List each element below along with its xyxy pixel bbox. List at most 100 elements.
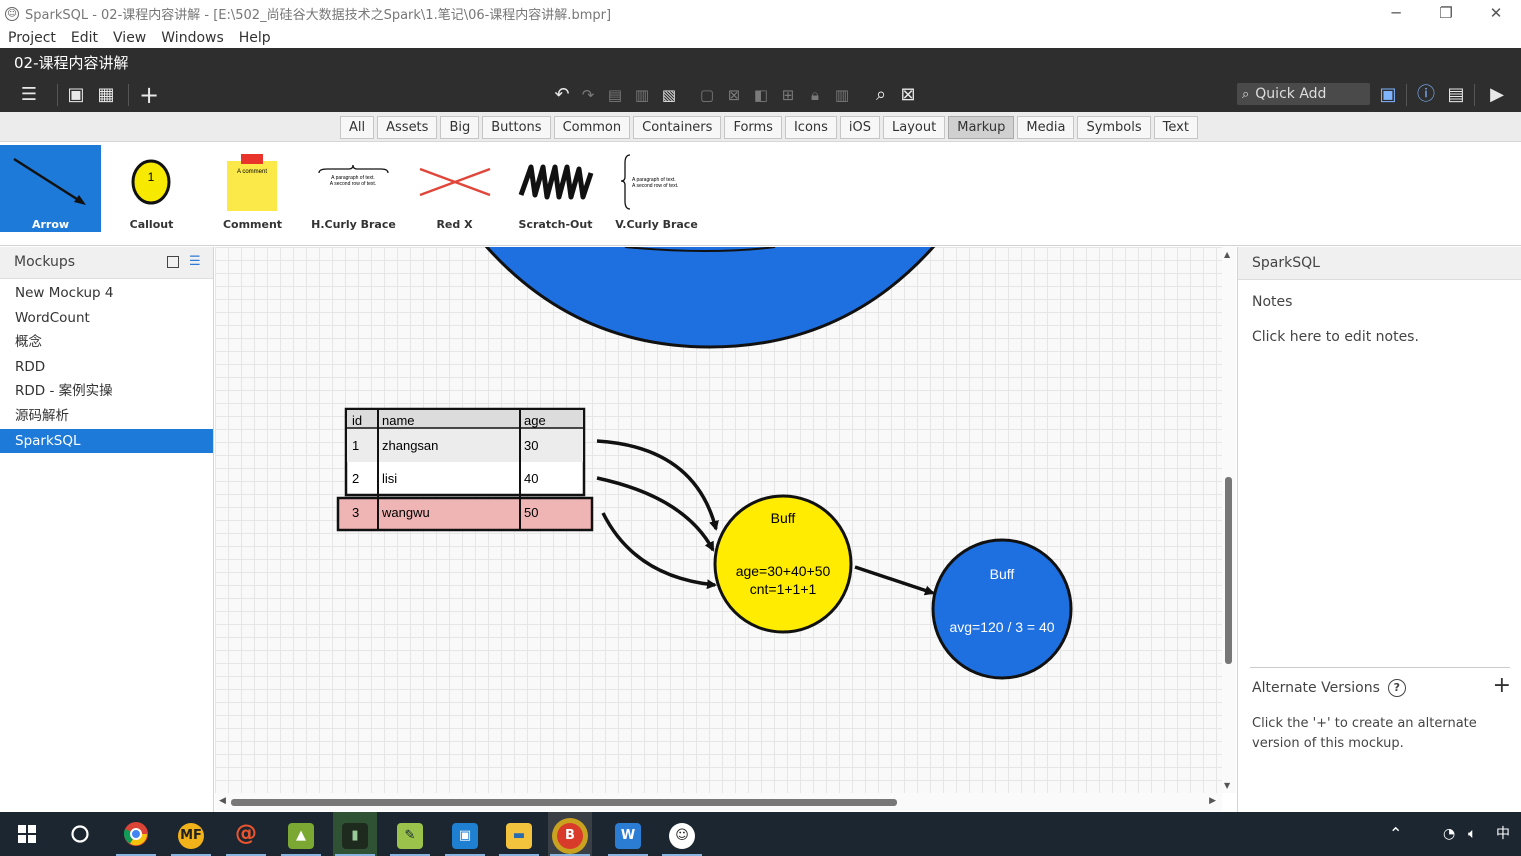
vm-app-icon[interactable]: ▣	[443, 812, 487, 856]
scroll-right-icon[interactable]: ▶	[1209, 796, 1216, 806]
filter-tab-buttons[interactable]: Buttons	[482, 116, 551, 139]
mockup-item[interactable]: 源码解析	[0, 404, 213, 429]
main-toolbar: ☰ ▣ ▦ + ↶ ↷ ▤ ▥ ▧ ▢ ⊠ ◧ ⊞ 🔒︎ ▥ ⌕ ⊠ ⌕ ▣ ⓘ…	[0, 78, 1521, 112]
chrome-icon[interactable]	[114, 812, 158, 856]
lib-item-callout[interactable]: 1 Callout	[101, 145, 202, 232]
ungroup-icon[interactable]: ⊠	[723, 83, 745, 107]
balsamiq-app-icon[interactable]: B	[548, 812, 592, 856]
copy-icon[interactable]: ▥	[631, 83, 653, 107]
add-alternate-version-button[interactable]: +	[1493, 673, 1511, 698]
arrange-icon[interactable]: ◧	[750, 83, 772, 107]
smile-app-icon[interactable]: ☺	[660, 812, 704, 856]
filter-tab-icons[interactable]: Icons	[784, 116, 837, 139]
search-icon[interactable]: ⌕	[869, 83, 893, 107]
table-cell: 40	[524, 471, 538, 486]
filter-tab-layout[interactable]: Layout	[883, 116, 946, 139]
mockup-canvas[interactable]: id name age 1 zhangsan 30 2 lisi 40 3 wa…	[215, 247, 1222, 793]
present-icon[interactable]: ▶	[1484, 83, 1510, 107]
lib-item-arrow[interactable]: Arrow	[0, 145, 101, 232]
blue-circle-shape[interactable]	[484, 247, 936, 349]
undo-icon[interactable]: ↶	[550, 83, 574, 107]
mockup-item[interactable]: RDD - 案例实操	[0, 379, 213, 404]
mockup-item[interactable]: New Mockup 4	[0, 281, 213, 306]
thumbnail-view-icon[interactable]	[167, 256, 179, 268]
info-icon[interactable]: ⓘ	[1414, 83, 1438, 107]
quick-add-input[interactable]	[1255, 86, 1356, 102]
filter-tab-text[interactable]: Text	[1153, 116, 1198, 139]
notepad-app-icon[interactable]: ✎	[388, 812, 432, 856]
mf-app-icon[interactable]: MF	[169, 812, 213, 856]
group-icon[interactable]: ▢	[696, 83, 718, 107]
trash-icon[interactable]: ▥	[831, 83, 853, 107]
filter-tab-ios[interactable]: iOS	[839, 116, 881, 139]
network-icon[interactable]: ◔	[1443, 812, 1455, 856]
green-app-icon[interactable]: ▲	[279, 812, 323, 856]
help-icon[interactable]: ?	[1387, 679, 1406, 697]
lib-item-scratch-out[interactable]: Scratch-Out	[505, 145, 606, 232]
search-circle-icon[interactable]	[58, 812, 102, 856]
filter-tab-all[interactable]: All	[340, 116, 375, 139]
vertical-scrollbar[interactable]: ▲ ▼	[1222, 247, 1236, 793]
menu-help[interactable]: Help	[239, 30, 271, 46]
mockup-item[interactable]: 概念	[0, 330, 213, 355]
menu-edit[interactable]: Edit	[71, 30, 98, 46]
filter-tab-assets[interactable]: Assets	[377, 116, 438, 139]
vertical-scroll-thumb[interactable]	[1225, 477, 1232, 664]
filter-tab-containers[interactable]: Containers	[633, 116, 722, 139]
volume-icon[interactable]: 🔈︎	[1468, 812, 1476, 856]
restore-button[interactable]: ❐	[1421, 0, 1471, 27]
paste-icon[interactable]: ▧	[658, 83, 680, 107]
cut-icon[interactable]: ▤	[604, 83, 626, 107]
horizontal-scroll-thumb[interactable]	[231, 799, 897, 806]
lib-item-red-x[interactable]: Red X	[404, 145, 505, 232]
ime-indicator[interactable]: 中	[1496, 812, 1510, 856]
buff-yellow-circle[interactable]: Buff age=30+40+50 cnt=1+1+1	[713, 494, 853, 634]
filter-tab-media[interactable]: Media	[1017, 116, 1075, 139]
filter-tab-symbols[interactable]: Symbols	[1077, 116, 1151, 139]
filter-tab-common[interactable]: Common	[553, 116, 631, 139]
arrow-row3[interactable]	[601, 512, 717, 590]
project-icon[interactable]: ▣	[1376, 83, 1400, 107]
terminal-app-icon[interactable]: ▮	[333, 812, 377, 856]
minimize-button[interactable]: ─	[1371, 0, 1421, 27]
filter-tab-big[interactable]: Big	[440, 116, 480, 139]
add-mockup-icon[interactable]: +	[136, 83, 162, 107]
filter-tab-markup[interactable]: Markup	[948, 116, 1015, 139]
windows-start-icon[interactable]	[5, 812, 49, 856]
arrow-row1[interactable]	[596, 439, 719, 531]
arrow-buff1-to-buff2[interactable]	[854, 565, 935, 596]
align-icon[interactable]: ⊞	[777, 83, 799, 107]
hamburger-menu-icon[interactable]: ☰	[13, 83, 45, 107]
notes-icon[interactable]: ▤	[1444, 83, 1468, 107]
scroll-down-icon[interactable]: ▼	[1224, 781, 1230, 790]
tray-expand-icon[interactable]: ⌃	[1389, 812, 1402, 856]
quick-add-box[interactable]: ⌕	[1237, 83, 1370, 105]
scroll-left-icon[interactable]: ◀	[219, 796, 226, 806]
menu-windows[interactable]: Windows	[161, 30, 224, 46]
word-app-icon[interactable]: W	[606, 812, 650, 856]
menu-view[interactable]: View	[113, 30, 146, 46]
grid-view-icon[interactable]: ▦	[94, 83, 118, 107]
lib-item-v-curly-brace[interactable]: A paragraph of text. A second row of tex…	[606, 145, 707, 232]
redo-icon[interactable]: ↷	[577, 83, 599, 107]
mockup-item[interactable]: RDD	[0, 355, 213, 380]
buff-blue-circle[interactable]: Buff avg=120 / 3 = 40	[931, 538, 1073, 680]
list-view-icon[interactable]: ☰	[189, 255, 203, 268]
close-button[interactable]: ✕	[1471, 0, 1521, 27]
filter-tab-forms[interactable]: Forms	[724, 116, 782, 139]
scroll-up-icon[interactable]: ▲	[1224, 250, 1230, 259]
data-table[interactable]: id name age 1 zhangsan 30 2 lisi 40 3 wa…	[336, 407, 594, 532]
toggle-panels-icon[interactable]: ▣	[64, 83, 88, 107]
lib-item-h-curly-brace[interactable]: A paragraph of text. A second row of tex…	[303, 145, 404, 232]
arrow-row2[interactable]	[596, 476, 715, 552]
lib-item-comment[interactable]: A comment Comment	[202, 145, 303, 232]
mockup-item-selected[interactable]: SparkSQL	[0, 428, 213, 454]
notes-edit-area[interactable]: Click here to edit notes.	[1252, 329, 1419, 345]
mockup-item[interactable]: WordCount	[0, 306, 213, 331]
swirl-app-icon[interactable]: @	[224, 812, 268, 856]
menu-project[interactable]: Project	[8, 30, 56, 46]
fullscreen-icon[interactable]: ⊠	[896, 83, 920, 107]
file-explorer-icon[interactable]: ▬	[497, 812, 541, 856]
horizontal-scrollbar[interactable]: ◀ ▶	[215, 793, 1222, 811]
lock-icon[interactable]: 🔒︎	[804, 83, 826, 107]
